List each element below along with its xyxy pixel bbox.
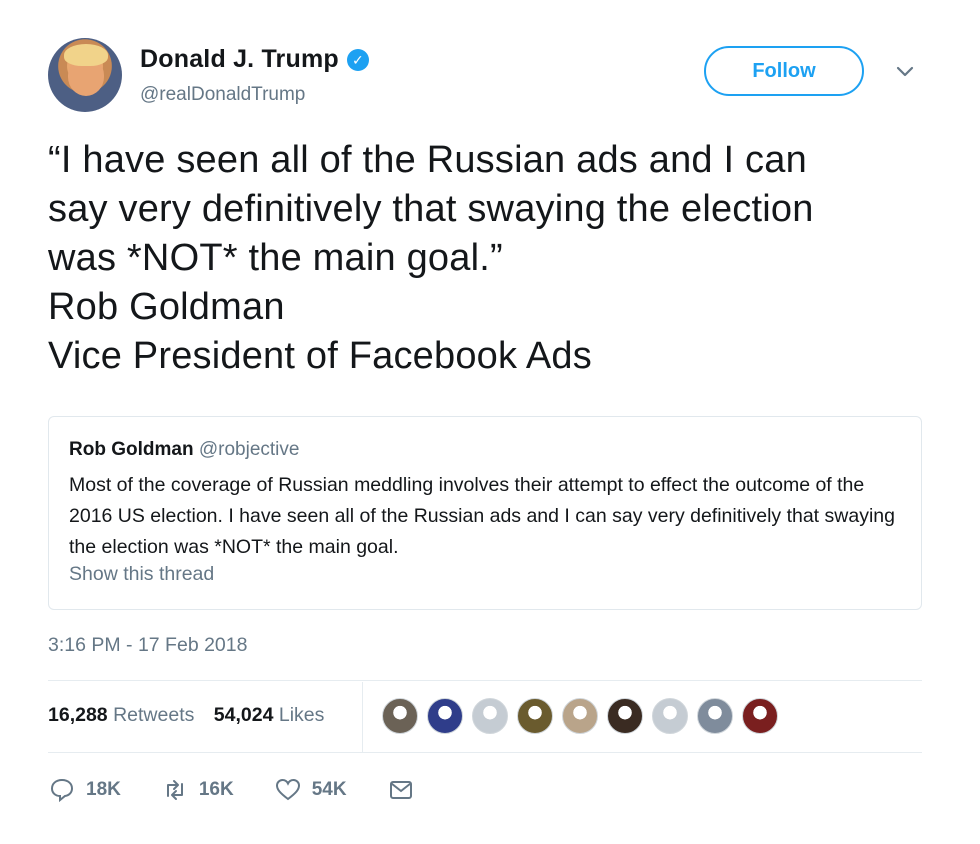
likes-count[interactable]: 54,024	[214, 704, 274, 726]
like-action[interactable]: 54K	[274, 776, 347, 804]
quoted-author-handle: @robjective	[198, 439, 300, 460]
liker-avatar[interactable]	[472, 698, 508, 734]
quoted-tweet-card[interactable]: Rob Goldman @robjective Most of the cove…	[48, 416, 922, 610]
quoted-tweet-header: Rob Goldman @robjective	[69, 439, 299, 461]
reply-action[interactable]: 18K	[48, 776, 121, 804]
tweet-text-line: was *NOT* the main goal.”	[48, 237, 503, 279]
reply-count: 18K	[86, 779, 121, 800]
direct-message-action[interactable]	[387, 776, 415, 804]
engagement-counts: 16,288 Retweets 54,024 Likes	[48, 704, 338, 727]
show-thread-link[interactable]: Show this thread	[69, 563, 214, 586]
liker-avatar[interactable]	[697, 698, 733, 734]
quoted-tweet-text: Most of the coverage of Russian meddling…	[69, 474, 895, 558]
tweet-text-line: “I have seen all of the Russian ads and …	[48, 139, 807, 181]
author-display-name[interactable]: Donald J. Trump	[140, 45, 339, 74]
like-count: 54K	[311, 779, 347, 800]
retweet-count: 16K	[198, 779, 234, 800]
liker-avatar[interactable]	[652, 698, 688, 734]
liker-avatar[interactable]	[742, 698, 778, 734]
divider	[48, 680, 922, 681]
liker-avatars	[382, 698, 778, 734]
tweet-text: “I have seen all of the Russian ads and …	[48, 136, 938, 381]
liker-avatar[interactable]	[427, 698, 463, 734]
likes-label[interactable]: Likes	[279, 704, 325, 726]
liker-avatar[interactable]	[382, 698, 418, 734]
liker-avatar[interactable]	[607, 698, 643, 734]
stats-divider	[362, 682, 363, 752]
envelope-icon	[389, 781, 412, 799]
author-name-row[interactable]: Donald J. Trump ✓	[140, 45, 369, 74]
retweet-icon	[166, 780, 183, 800]
tweet-text-line: say very definitively that swaying the e…	[48, 188, 814, 230]
retweets-label[interactable]: Retweets	[113, 704, 194, 726]
tweet-text-line: Rob Goldman	[48, 286, 285, 328]
tweet-actions: 18K 16K 54K	[48, 776, 455, 804]
avatar-hair	[64, 44, 108, 66]
author-handle[interactable]: @realDonaldTrump	[140, 84, 305, 106]
liker-avatar[interactable]	[562, 698, 598, 734]
retweet-action[interactable]: 16K	[161, 776, 234, 804]
liker-avatar[interactable]	[517, 698, 553, 734]
retweets-count[interactable]: 16,288	[48, 704, 108, 726]
verified-badge-icon: ✓	[346, 48, 369, 71]
heart-icon	[275, 778, 300, 801]
tweet-header: Donald J. Trump ✓ @realDonaldTrump Follo…	[48, 38, 928, 118]
quoted-author-name: Rob Goldman	[69, 439, 194, 460]
author-avatar[interactable]	[48, 38, 122, 112]
divider	[48, 752, 922, 753]
tweet-text-line: Vice President of Facebook Ads	[48, 335, 592, 377]
chevron-down-icon[interactable]	[894, 60, 916, 82]
tweet-timestamp[interactable]: 3:16 PM - 17 Feb 2018	[48, 634, 247, 657]
reply-icon	[50, 778, 74, 803]
follow-button[interactable]: Follow	[704, 46, 864, 96]
tweet-stats: 16,288 Retweets 54,024 Likes	[48, 682, 922, 752]
